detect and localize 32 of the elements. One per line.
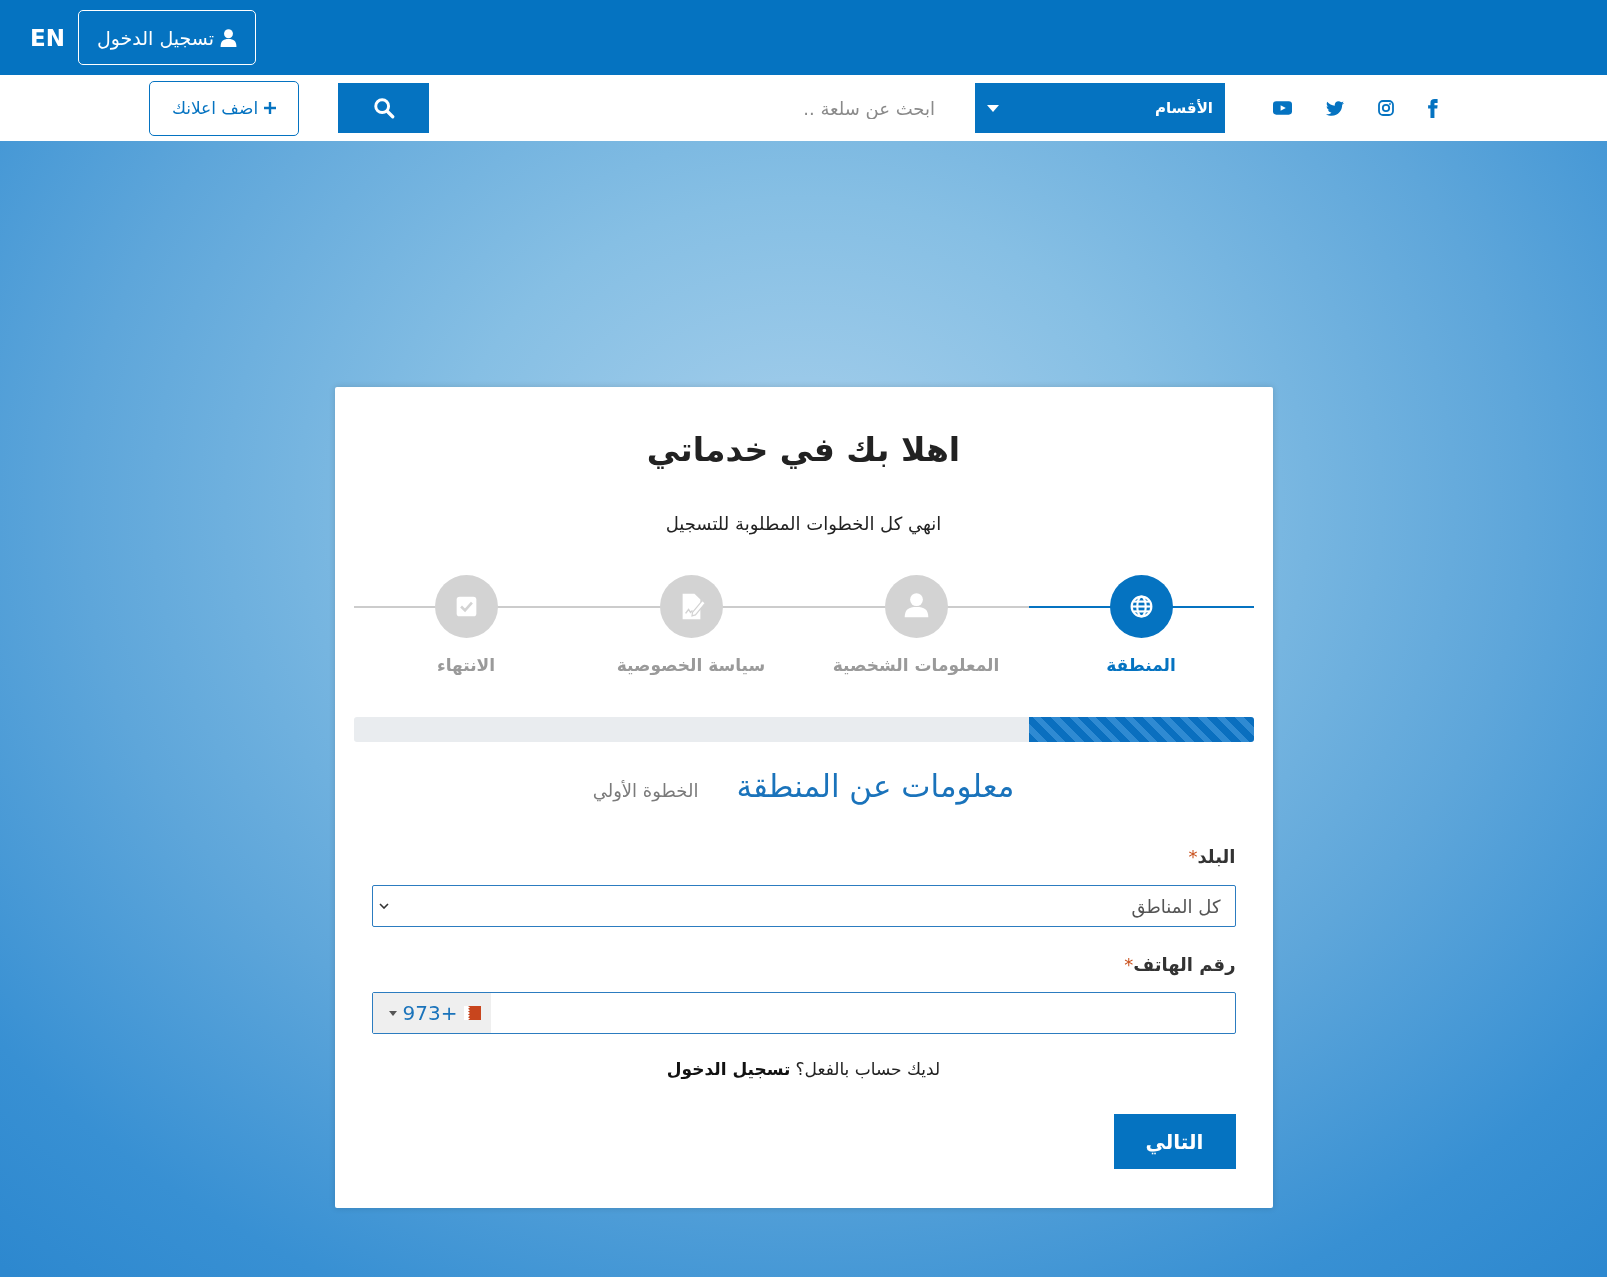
field-label: البلد*: [1187, 845, 1236, 869]
plus-icon: [264, 102, 277, 114]
next-button[interactable]: التالي: [1113, 1114, 1236, 1169]
country-select[interactable]: كل المناطق: [371, 885, 1236, 927]
login-prompt: لديك حساب بالفعل؟ تسجيل الدخول: [665, 1058, 942, 1081]
step-label: الانتهاء: [436, 654, 496, 677]
user-icon: [220, 28, 237, 47]
facebook-icon[interactable]: [1427, 98, 1438, 118]
login-button[interactable]: تسجيل الدخول: [77, 10, 256, 65]
step-label: سياسة الخصوصية: [616, 654, 766, 677]
language-link[interactable]: EN: [30, 24, 65, 51]
login-link[interactable]: تسجيل الدخول: [666, 1059, 791, 1079]
flag-icon: [463, 1006, 481, 1020]
play-icon[interactable]: [1272, 101, 1292, 115]
add-ad-button[interactable]: اضف اعلانك: [149, 80, 299, 136]
caret-down-icon: [987, 104, 999, 112]
instagram-icon[interactable]: [1377, 100, 1394, 116]
caret-down-icon: [388, 1010, 397, 1016]
field-label: رقم الهاتف*: [1123, 953, 1236, 978]
bird-icon[interactable]: [1325, 100, 1344, 116]
chevron-down-icon: [378, 903, 389, 909]
card-title: اهلا بك في خدماتي: [645, 429, 962, 471]
step-label: المعلومات الشخصية: [832, 654, 1000, 677]
step-caption: الخطوة الأولي: [592, 780, 699, 801]
section-title: معلومات عن المنطقة: [736, 767, 1015, 806]
search-button[interactable]: [338, 83, 429, 133]
search-icon: [372, 97, 395, 119]
phone-field[interactable]: +973: [371, 992, 1236, 1034]
card-subtitle: انهي كل الخطوات المطلوبة للتسجيل: [664, 512, 943, 537]
categories-dropdown[interactable]: الأقسام: [975, 83, 1225, 133]
country-code-dropdown[interactable]: +973: [372, 993, 491, 1033]
step-label: المنطقة: [1106, 654, 1176, 677]
